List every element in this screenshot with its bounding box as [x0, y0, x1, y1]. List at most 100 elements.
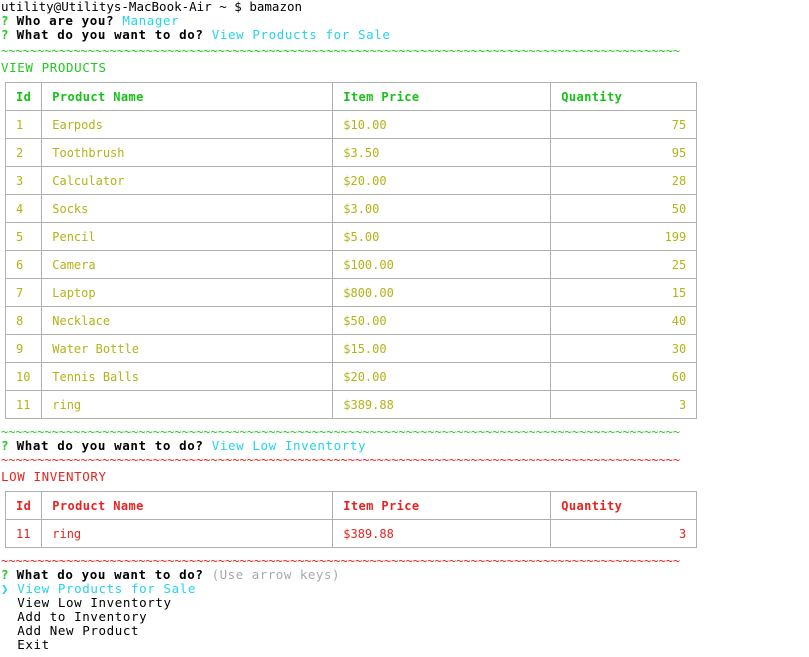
menu-item-add-to-inventory[interactable]: Add to Inventory: [0, 610, 809, 624]
selection-pointer-placeholder: [1, 609, 9, 624]
table-row: 3 Calculator $20.00 28: [4, 166, 698, 195]
menu-item-label: Add to Inventory: [17, 609, 148, 624]
cell-name: ring: [41, 519, 334, 548]
table-row: 11 ring $389.88 3: [4, 519, 698, 548]
table-row: 6 Camera $100.00 25: [4, 250, 698, 279]
cell-price: $20.00: [332, 166, 552, 195]
column-header-price: Item Price: [332, 82, 552, 111]
selection-pointer-placeholder: [1, 637, 9, 652]
action-menu[interactable]: ❯ View Products for Sale View Low Invent…: [0, 582, 809, 652]
column-header-quantity: Quantity: [550, 82, 698, 111]
cell-price: $5.00: [332, 222, 552, 251]
separator-red: ~~~~~~~~~~~~~~~~~~~~~~~~~~~~~~~~~~~~~~~~…: [1, 554, 681, 568]
menu-item-add-new-product[interactable]: Add New Product: [0, 624, 809, 638]
table-row: 5 Pencil $5.00 199: [4, 222, 698, 251]
cell-id: 11: [4, 519, 43, 548]
table-row: 7 Laptop $800.00 15: [4, 278, 698, 307]
shell-prompt-text: utility@Utilitys-MacBook-Air ~ $ bamazon: [1, 0, 303, 14]
column-header-id: Id: [4, 491, 43, 520]
separator-green: ~~~~~~~~~~~~~~~~~~~~~~~~~~~~~~~~~~~~~~~~…: [1, 44, 681, 58]
question-marker-icon: ?: [1, 27, 9, 42]
prompt-action-1-question: What do you want to do?: [16, 27, 204, 42]
cell-quantity: 40: [550, 306, 698, 335]
cell-id: 6: [4, 250, 43, 279]
prompt-who-are-you-answer: Manager: [122, 13, 180, 28]
cell-price: $800.00: [332, 278, 552, 307]
cell-id: 9: [4, 334, 43, 363]
prompt-who-are-you-question: Who are you?: [16, 13, 115, 28]
cell-price: $3.00: [332, 194, 552, 223]
prompt-who-are-you: ? Who are you? Manager: [0, 14, 809, 28]
cell-id: 1: [4, 110, 43, 139]
cell-name: Pencil: [41, 222, 334, 251]
question-marker-icon: ?: [1, 13, 9, 28]
table-header-row: Id Product Name Item Price Quantity: [4, 491, 698, 520]
cell-name: ring: [41, 390, 334, 419]
cell-quantity: 3: [550, 390, 698, 419]
cell-name: Laptop: [41, 278, 334, 307]
cell-price: $389.88: [332, 519, 552, 548]
selection-pointer-placeholder: [1, 623, 9, 638]
cell-price: $50.00: [332, 306, 552, 335]
prompt-action-2-question: What do you want to do?: [16, 438, 204, 453]
menu-item-label: Add New Product: [17, 623, 140, 638]
prompt-action-2: ? What do you want to do? View Low Inven…: [0, 439, 809, 453]
column-header-name: Product Name: [41, 491, 334, 520]
cell-quantity: 95: [550, 138, 698, 167]
menu-item-exit[interactable]: Exit: [0, 638, 809, 652]
cell-price: $3.50: [332, 138, 552, 167]
selection-pointer-placeholder: [1, 595, 9, 610]
prompt-action-1: ? What do you want to do? View Products …: [0, 28, 809, 42]
low-inventory-table: Id Product Name Item Price Quantity 11 ri…: [4, 491, 698, 548]
menu-item-label: View Products for Sale: [17, 581, 197, 596]
column-header-price: Item Price: [332, 491, 552, 520]
cell-id: 3: [4, 166, 43, 195]
separator-green: ~~~~~~~~~~~~~~~~~~~~~~~~~~~~~~~~~~~~~~~~…: [1, 425, 681, 439]
menu-item-label: View Low Inventorty: [17, 595, 172, 610]
table-row: 10 Tennis Balls $20.00 60: [4, 362, 698, 391]
table-row: 1 Earpods $10.00 75: [4, 110, 698, 139]
table-row: 2 Toothbrush $3.50 95: [4, 138, 698, 167]
cell-quantity: 30: [550, 334, 698, 363]
cell-id: 8: [4, 306, 43, 335]
products-table-body: 1 Earpods $10.00 75 2 Toothbrush $3.50 95 3 Cal…: [4, 110, 698, 419]
selection-pointer-icon: ❯: [1, 581, 10, 596]
cell-quantity: 15: [550, 278, 698, 307]
cell-price: $100.00: [332, 250, 552, 279]
prompt-action-1-answer: View Products for Sale: [211, 27, 391, 42]
menu-item-view-low-inventorty[interactable]: View Low Inventorty: [0, 596, 809, 610]
cell-price: $10.00: [332, 110, 552, 139]
prompt-action-3: ? What do you want to do? (Use arrow key…: [0, 568, 809, 582]
column-header-name: Product Name: [41, 82, 334, 111]
cell-quantity: 28: [550, 166, 698, 195]
cell-price: $15.00: [332, 334, 552, 363]
prompt-action-3-question: What do you want to do?: [16, 567, 204, 582]
low-inventory-table-body: 11 ring $389.88 3: [4, 519, 698, 548]
cell-id: 7: [4, 278, 43, 307]
menu-item-label: Exit: [17, 637, 50, 652]
table-row: 4 Socks $3.00 50: [4, 194, 698, 223]
cell-name: Earpods: [41, 110, 334, 139]
cell-name: Necklace: [41, 306, 334, 335]
cell-name: Camera: [41, 250, 334, 279]
cell-name: Socks: [41, 194, 334, 223]
menu-item-view-products-for-sale[interactable]: ❯ View Products for Sale: [0, 582, 809, 596]
cell-id: 5: [4, 222, 43, 251]
prompt-action-3-hint: (Use arrow keys): [211, 567, 341, 582]
cell-quantity: 60: [550, 362, 698, 391]
cell-quantity: 199: [550, 222, 698, 251]
question-marker-icon: ?: [1, 438, 9, 453]
table-row: 9 Water Bottle $15.00 30: [4, 334, 698, 363]
cell-id: 4: [4, 194, 43, 223]
column-header-id: Id: [4, 82, 43, 111]
separator-red: ~~~~~~~~~~~~~~~~~~~~~~~~~~~~~~~~~~~~~~~~…: [1, 453, 681, 467]
question-marker-icon: ?: [1, 567, 9, 582]
products-table: Id Product Name Item Price Quantity 1 Ear…: [4, 82, 698, 419]
terminal-window: utility@Utilitys-MacBook-Air ~ $ bamazon…: [0, 0, 809, 652]
table-row: 8 Necklace $50.00 40: [4, 306, 698, 335]
cell-price: $389.88: [332, 390, 552, 419]
shell-prompt-line: utility@Utilitys-MacBook-Air ~ $ bamazon: [0, 0, 809, 14]
section-title-view-products: VIEW PRODUCTS: [1, 60, 107, 75]
cell-quantity: 3: [550, 519, 698, 548]
cell-id: 11: [4, 390, 43, 419]
